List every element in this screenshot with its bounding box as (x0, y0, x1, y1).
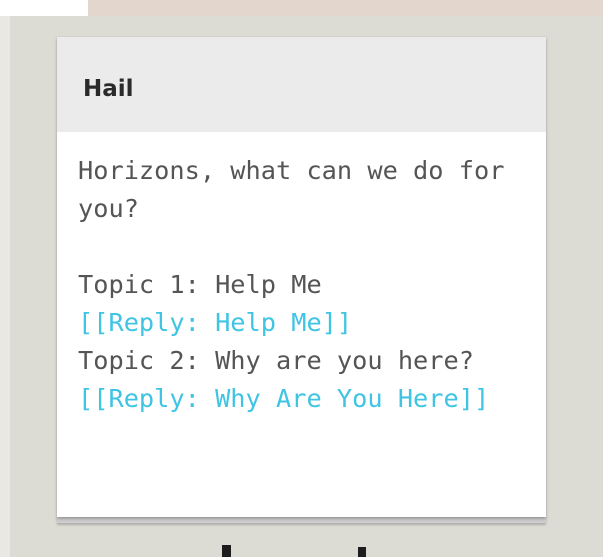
card-body: Horizons, what can we do for you? Topic … (57, 132, 546, 418)
cropped-glyph (358, 547, 366, 557)
topic-1-text: Topic 1: Help Me (78, 270, 322, 299)
card-header: Hail (57, 37, 546, 132)
background-top-band (88, 0, 603, 16)
cropped-glyph (222, 545, 231, 557)
background-left-strip (0, 16, 10, 557)
reply-why-are-you-here-link[interactable]: [[Reply: Why Are You Here]] (78, 384, 489, 413)
topic-2: Topic 2: Why are you here? [[Reply: Why … (78, 342, 526, 418)
reply-help-me-link[interactable]: [[Reply: Help Me]] (78, 308, 352, 337)
topic-2-text: Topic 2: Why are you here? (78, 346, 474, 375)
hail-card: Hail Horizons, what can we do for you? T… (57, 37, 546, 517)
topic-1: Topic 1: Help Me [[Reply: Help Me]] (78, 266, 526, 342)
greeting-text: Horizons, what can we do for you? (78, 156, 505, 223)
card-title: Hail (83, 75, 134, 102)
background-top-left (0, 0, 88, 16)
